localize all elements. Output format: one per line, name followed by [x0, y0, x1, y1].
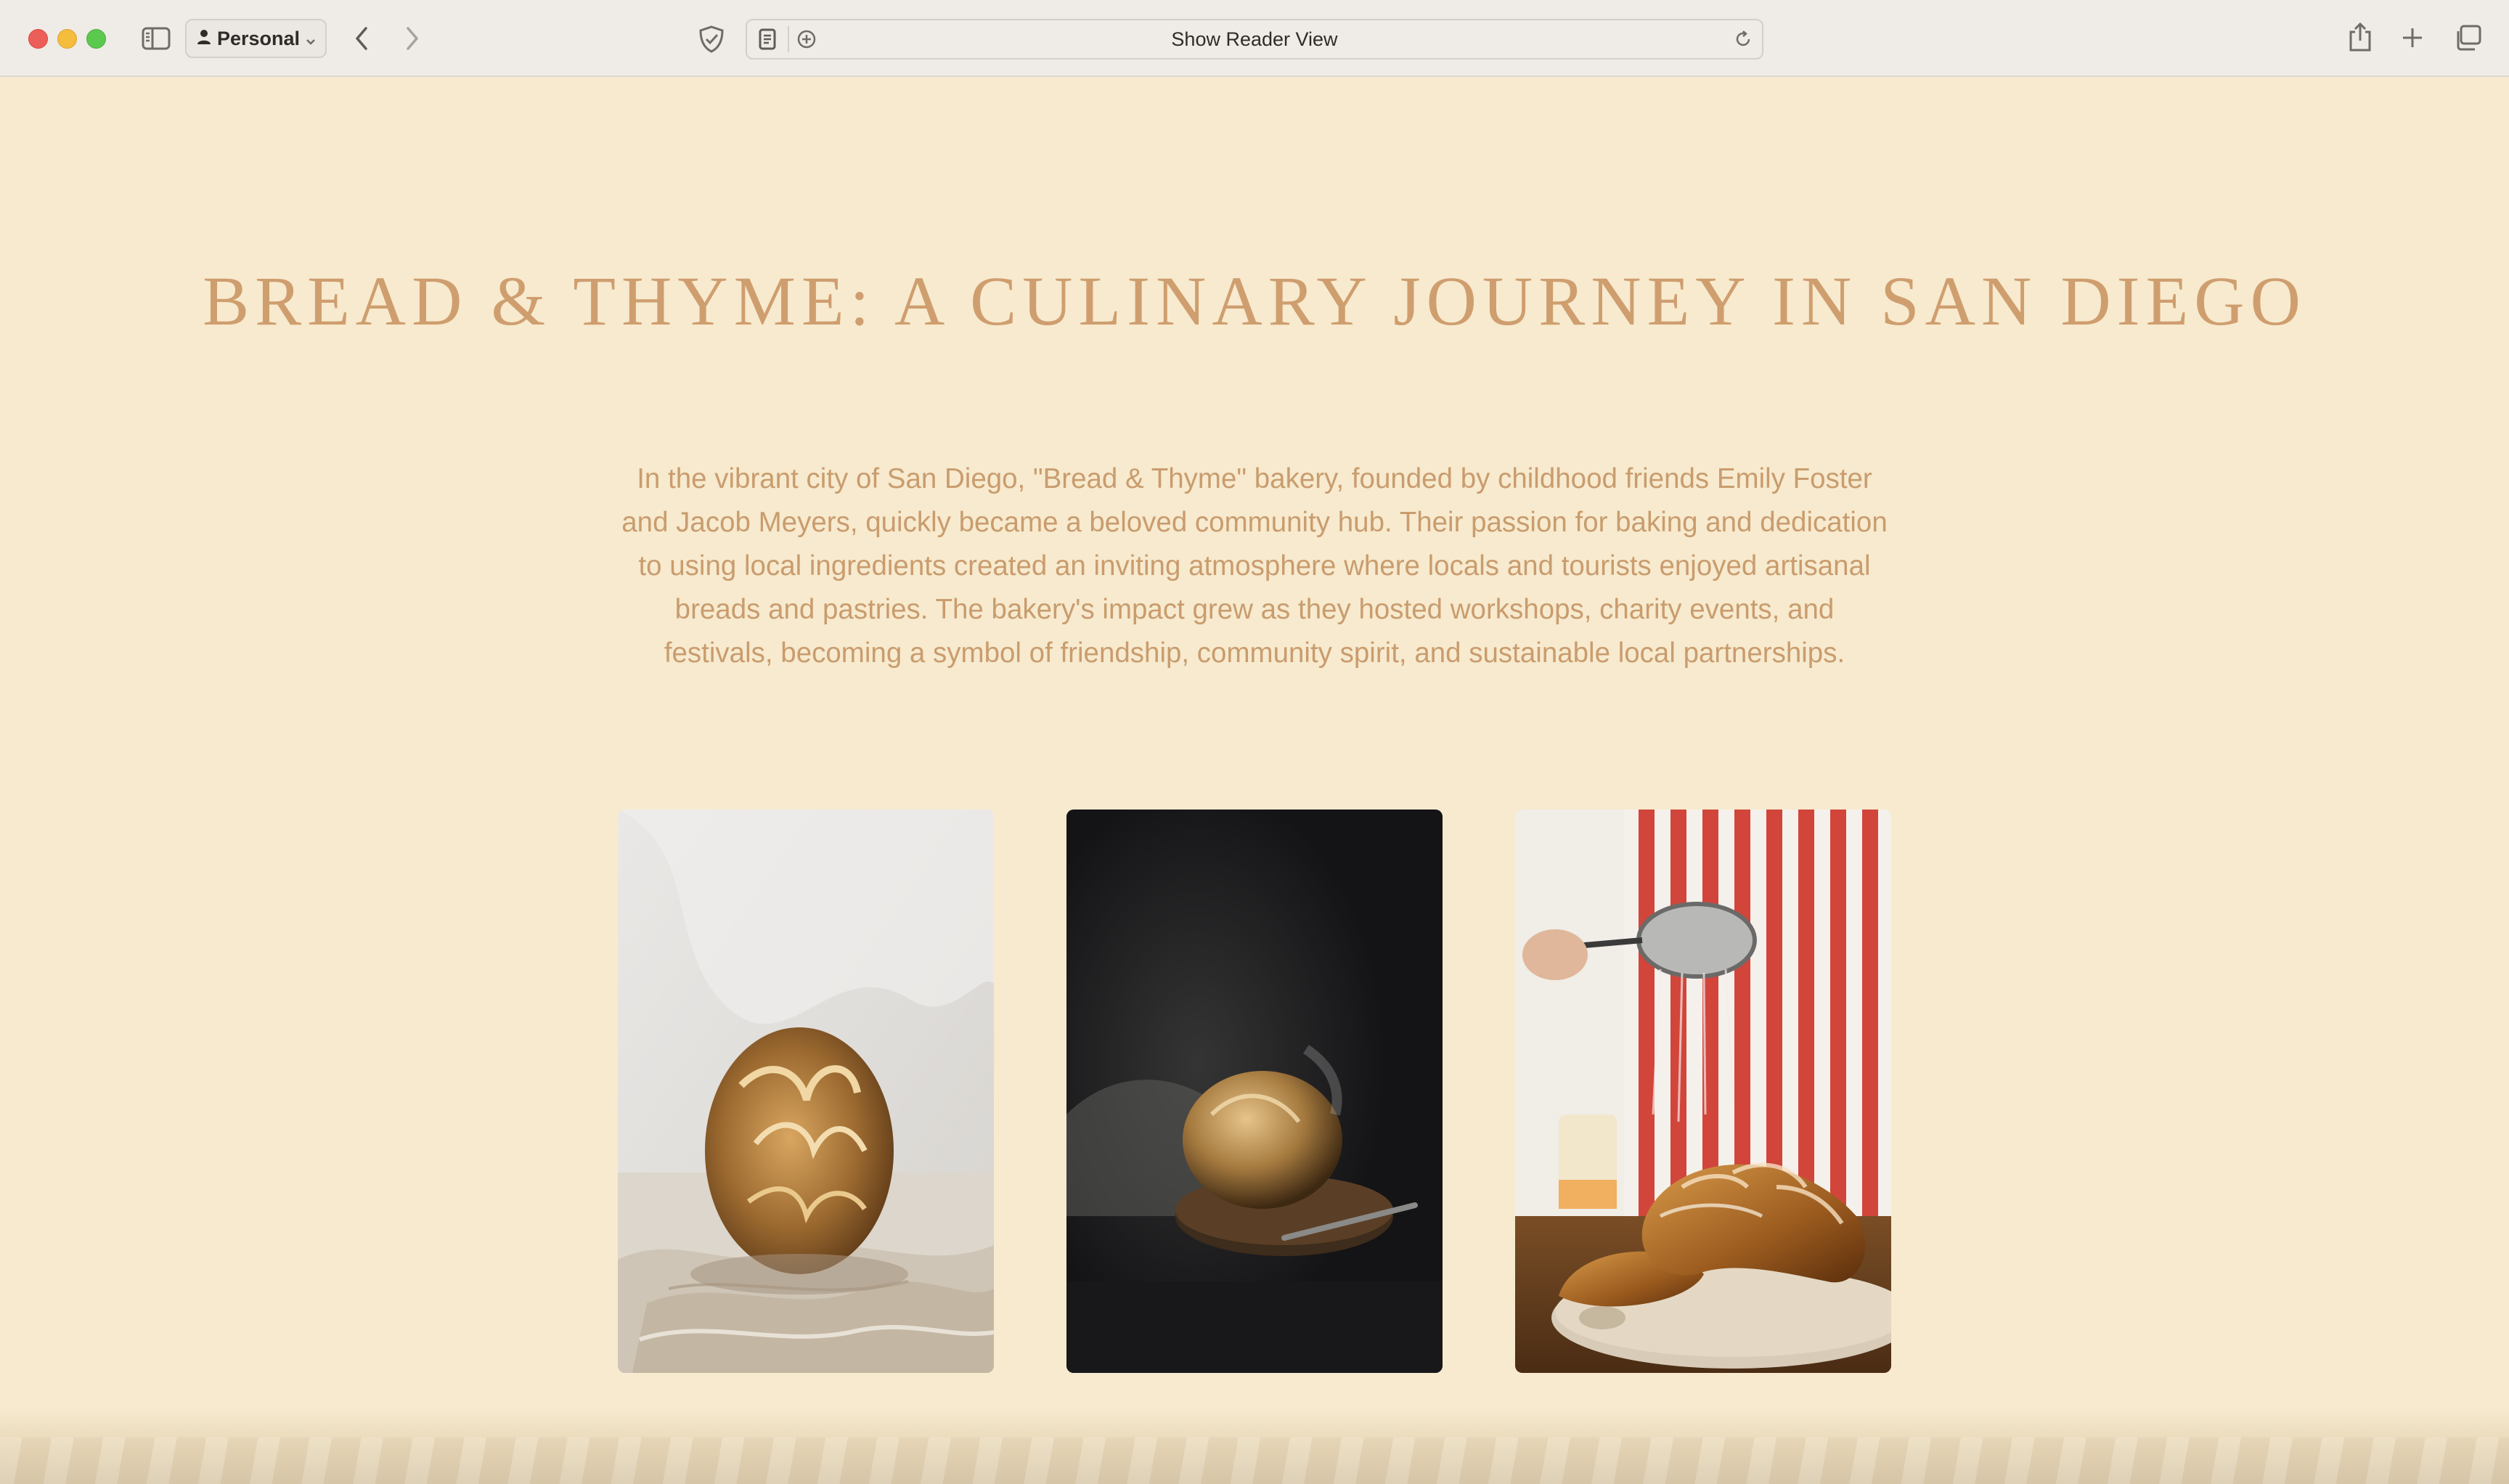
chevron-down-icon: [306, 28, 316, 51]
shield-icon[interactable]: [695, 23, 727, 55]
plus-icon[interactable]: [2398, 23, 2427, 52]
address-bar[interactable]: Show Reader View: [746, 19, 1763, 60]
page-title: BREAD & THYME: A CULINARY JOURNEY IN SAN…: [203, 262, 2306, 340]
minimize-window-button[interactable]: [57, 29, 77, 49]
sidebar-icon[interactable]: [140, 25, 172, 52]
photo-dark-loaf: [1066, 810, 1443, 1373]
close-window-button[interactable]: [28, 29, 48, 49]
person-icon: [197, 28, 211, 50]
chevron-left-icon[interactable]: [351, 22, 372, 55]
intro-paragraph: In the vibrant city of San Diego, "Bread…: [621, 463, 1888, 669]
browser-toolbar: Personal Show Reader View: [0, 0, 2509, 77]
share-icon[interactable]: [2346, 20, 2375, 54]
zoom-window-button[interactable]: [86, 29, 106, 49]
photo-rustic-loaf: [618, 810, 994, 1373]
tabs-overview-icon[interactable]: [2452, 23, 2483, 52]
next-section-preview: [0, 1408, 2509, 1484]
address-text[interactable]: Show Reader View: [747, 20, 1762, 58]
reload-icon[interactable]: [1731, 28, 1755, 51]
profile-label: Personal: [217, 27, 301, 49]
chevron-right-icon[interactable]: [401, 22, 423, 55]
profile-button[interactable]: Personal: [185, 19, 327, 58]
photo-croissants: [1515, 810, 1891, 1373]
